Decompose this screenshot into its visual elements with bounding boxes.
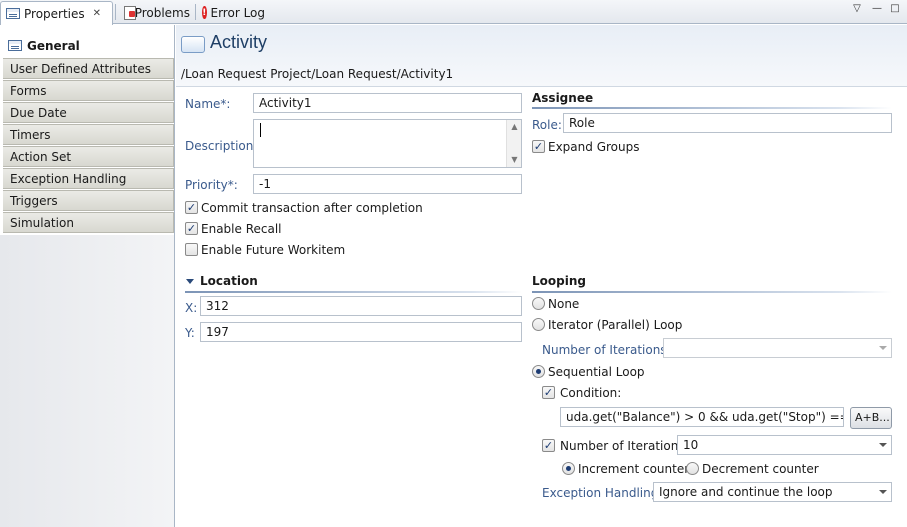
general-icon (8, 40, 22, 51)
section-divider (532, 107, 892, 109)
chevron-down-icon (874, 483, 891, 501)
chevron-down-icon (874, 339, 891, 357)
nav-item-label: General (27, 39, 80, 53)
description-label: Description: (185, 139, 258, 153)
nav-item-forms[interactable]: Forms (3, 80, 174, 101)
nav-item-triggers[interactable]: Triggers (3, 190, 174, 211)
scroll-down-icon[interactable]: ▼ (507, 153, 522, 167)
condition-label: Condition: (560, 386, 622, 400)
error-log-icon: ! (202, 6, 207, 19)
section-divider (185, 291, 522, 293)
condition-checkbox[interactable]: ✓ (542, 386, 555, 399)
minimize-icon[interactable]: — (870, 3, 884, 14)
nav-item-label: User Defined Attributes (10, 62, 152, 76)
parallel-iterations-label: Number of Iterations: (542, 343, 671, 357)
page-title: Activity (210, 32, 268, 52)
name-field[interactable]: Activity1 (253, 93, 522, 113)
tab-separator (115, 4, 116, 20)
nav-item-due-date[interactable]: Due Date (3, 102, 174, 123)
nav-item-label: Triggers (10, 194, 58, 208)
text-caret (260, 123, 261, 137)
description-field[interactable]: ▲ ▼ (253, 119, 522, 168)
nav-item-timers[interactable]: Timers (3, 124, 174, 145)
tab-error-log-label: Error Log (210, 5, 266, 20)
nav-item-label: Timers (10, 128, 51, 142)
breadcrumb: /Loan Request Project/Loan Request/Activ… (181, 67, 454, 81)
nav-item-label: Due Date (10, 106, 67, 120)
properties-icon (6, 8, 20, 19)
activity-icon (181, 36, 205, 53)
decrement-counter-radio[interactable] (686, 462, 699, 475)
loop-sequential-label: Sequential Loop (548, 365, 645, 379)
increment-counter-radio[interactable] (562, 462, 575, 475)
x-field[interactable]: 312 (200, 296, 522, 316)
loop-none-label: None (548, 297, 580, 311)
exception-handling-value: Ignore and continue the loop (659, 485, 833, 499)
expand-groups-label: Expand Groups (548, 140, 640, 154)
condition-expression-field[interactable]: uda.get("Balance") > 0 && uda.get("Stop"… (560, 407, 844, 427)
loop-sequential-radio[interactable] (532, 365, 545, 378)
tab-properties-label: Properties (24, 6, 85, 21)
nav-item-simulation[interactable]: Simulation (3, 212, 174, 233)
iterations-select[interactable]: 10 (677, 435, 892, 455)
y-label: Y: (185, 326, 195, 340)
enable-recall-checkbox[interactable]: ✓ (185, 222, 198, 235)
increment-counter-label: Increment counter (578, 462, 690, 476)
name-label: Name*: (185, 97, 231, 111)
commit-label: Commit transaction after completion (201, 201, 423, 215)
iterations-value: 10 (683, 438, 699, 452)
loop-iterator-radio[interactable] (532, 318, 545, 331)
decrement-counter-label: Decrement counter (702, 462, 819, 476)
loop-none-radio[interactable] (532, 297, 545, 310)
commit-checkbox[interactable]: ✓ (185, 201, 198, 214)
collapse-icon[interactable] (186, 279, 194, 284)
parallel-iterations-select[interactable] (663, 338, 892, 358)
expression-editor-button[interactable]: A+B... (850, 407, 892, 429)
description-scrollbar[interactable]: ▲ ▼ (506, 120, 521, 167)
iterations-label: Number of Iterations: (560, 439, 689, 453)
nav-item-exception-handling[interactable]: Exception Handling (3, 168, 174, 189)
section-header: Activity /Loan Request Project/Loan Requ… (176, 25, 907, 87)
role-field[interactable]: Role (563, 113, 892, 133)
loop-iterator-label: Iterator (Parallel) Loop (548, 318, 683, 332)
x-label: X: (185, 301, 198, 315)
priority-label: Priority*: (185, 178, 238, 192)
role-label: Role: (532, 118, 562, 132)
scroll-up-icon[interactable]: ▲ (507, 120, 522, 134)
expand-groups-checkbox[interactable]: ✓ (532, 140, 545, 153)
tab-separator (195, 4, 196, 20)
y-field[interactable]: 197 (200, 322, 522, 342)
maximize-icon[interactable]: □ (888, 3, 902, 14)
looping-section-title: Looping (532, 274, 586, 288)
nav-empty-area (0, 235, 174, 527)
nav-item-label: Forms (10, 84, 47, 98)
properties-section-nav: General User Defined Attributes Forms Du… (0, 25, 175, 527)
close-icon[interactable]: ✕ (93, 8, 101, 19)
exception-handling-select[interactable]: Ignore and continue the loop (653, 482, 892, 502)
priority-field[interactable]: -1 (253, 174, 522, 194)
chevron-down-icon (874, 436, 891, 454)
tab-problems[interactable]: Problems (118, 1, 194, 24)
exception-handling-label: Exception Handling: (542, 486, 663, 500)
view-menu-icon[interactable]: ▽ (850, 3, 864, 14)
enable-future-workitem-label: Enable Future Workitem (201, 243, 346, 257)
location-section-title: Location (200, 274, 258, 288)
nav-item-label: Exception Handling (10, 172, 127, 186)
nav-item-label: Action Set (10, 150, 72, 164)
nav-item-user-defined-attributes[interactable]: User Defined Attributes (3, 58, 174, 79)
tab-problems-label: Problems (134, 5, 190, 20)
nav-item-general[interactable]: General (3, 35, 174, 58)
nav-item-action-set[interactable]: Action Set (3, 146, 174, 167)
tab-properties[interactable]: Properties ✕ (0, 1, 113, 25)
section-divider (532, 291, 892, 293)
nav-item-label: Simulation (10, 216, 74, 230)
view-tab-bar: Properties ✕ Problems ! Error Log ▽ — □ (0, 0, 907, 25)
enable-recall-label: Enable Recall (201, 222, 282, 236)
assignee-section-title: Assignee (532, 91, 594, 105)
problems-icon (123, 5, 136, 20)
tab-error-log[interactable]: ! Error Log (197, 1, 269, 24)
iterations-checkbox[interactable]: ✓ (542, 439, 555, 452)
enable-future-workitem-checkbox[interactable] (185, 243, 198, 256)
